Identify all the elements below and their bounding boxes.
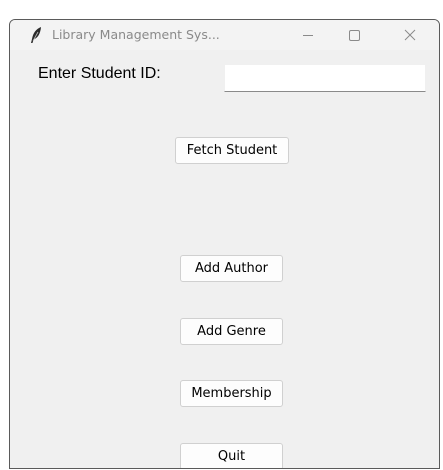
close-button[interactable] [387, 20, 433, 50]
membership-button[interactable]: Membership [180, 380, 283, 407]
add-author-button[interactable]: Add Author [180, 255, 283, 282]
feather-icon [29, 26, 43, 44]
student-id-label: Enter Student ID: [38, 65, 161, 82]
window-title: Library Management Sys... [52, 27, 220, 42]
minimize-button[interactable] [285, 20, 331, 50]
app-window: Library Management Sys... Enter Student … [9, 19, 440, 469]
add-genre-button[interactable]: Add Genre [180, 318, 283, 345]
fetch-student-button[interactable]: Fetch Student [175, 137, 289, 164]
maximize-button[interactable] [331, 20, 377, 50]
quit-button[interactable]: Quit [180, 443, 283, 468]
student-id-input[interactable] [224, 64, 426, 92]
window-content: Enter Student ID: Fetch Student Add Auth… [10, 50, 439, 468]
title-bar[interactable]: Library Management Sys... [10, 20, 439, 50]
